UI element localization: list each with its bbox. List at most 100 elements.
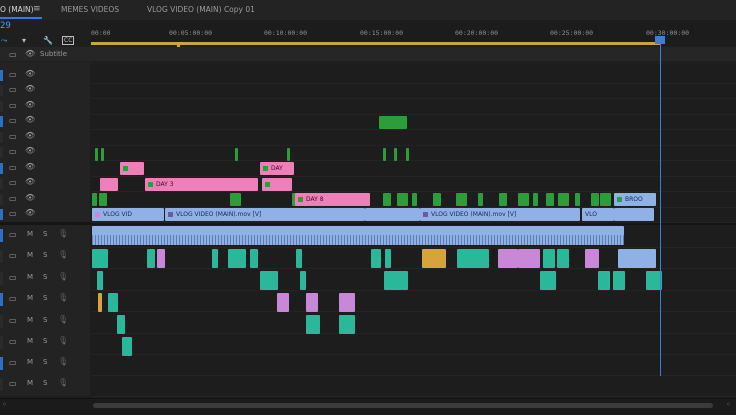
- track-target-indicator[interactable]: [0, 178, 3, 189]
- track-target-indicator[interactable]: [0, 209, 3, 220]
- track-output-icon[interactable]: ▭: [9, 163, 17, 172]
- audio-clip[interactable]: [97, 271, 103, 290]
- eye-icon[interactable]: 👁: [25, 177, 35, 186]
- video-track-lane[interactable]: [91, 130, 736, 146]
- video-clip[interactable]: [92, 193, 97, 206]
- eye-icon[interactable]: 👁: [25, 146, 35, 155]
- video-clip[interactable]: [600, 193, 611, 206]
- track-target-indicator[interactable]: [0, 132, 3, 143]
- microphone-icon[interactable]: 🎙: [58, 229, 68, 238]
- video-clip-day8[interactable]: DAY 8: [295, 193, 370, 206]
- microphone-icon[interactable]: 🎙: [58, 315, 68, 324]
- playhead-timecode[interactable]: 29: [0, 21, 11, 31]
- hamburger-menu-icon[interactable]: ≡: [33, 4, 41, 14]
- video-clip[interactable]: [230, 193, 241, 206]
- track-target-indicator[interactable]: [0, 336, 3, 349]
- eye-icon[interactable]: 👁: [25, 162, 35, 171]
- scroll-end-icon[interactable]: ◦: [726, 400, 731, 409]
- video-clip[interactable]: [287, 148, 290, 161]
- mute-button[interactable]: M: [27, 358, 33, 366]
- video-clip-vlog-main-2[interactable]: VLOG VIDEO (MAIN).mov [V]: [420, 208, 580, 221]
- track-output-icon[interactable]: ▭: [9, 230, 17, 239]
- solo-button[interactable]: S: [43, 251, 47, 259]
- video-track-lane[interactable]: [91, 68, 736, 84]
- captions-icon[interactable]: CC: [62, 36, 75, 45]
- audio-clip[interactable]: [585, 249, 599, 268]
- track-output-icon[interactable]: ▭: [9, 273, 17, 282]
- solo-button[interactable]: S: [43, 358, 47, 366]
- audio-clip[interactable]: [613, 271, 625, 290]
- track-output-icon[interactable]: ▭: [9, 316, 17, 325]
- audio-track-lane[interactable]: [91, 312, 736, 334]
- video-clip[interactable]: [365, 208, 420, 221]
- audio-track-lane[interactable]: [91, 375, 736, 397]
- video-clip[interactable]: [406, 148, 409, 161]
- track-output-icon[interactable]: ▭: [9, 101, 17, 110]
- audio-clip[interactable]: [339, 293, 355, 312]
- track-output-icon[interactable]: ▭: [9, 116, 17, 125]
- audio-clip[interactable]: [306, 315, 320, 334]
- mute-button[interactable]: M: [27, 251, 33, 259]
- video-clip[interactable]: [235, 148, 238, 161]
- tab-vlog-main[interactable]: O (MAIN): [0, 5, 34, 14]
- video-clip[interactable]: [546, 193, 554, 206]
- audio-clip[interactable]: [339, 315, 355, 334]
- audio-clip[interactable]: [250, 249, 258, 268]
- video-clip-broo[interactable]: BROO: [614, 193, 656, 206]
- track-output-icon[interactable]: ▭: [9, 358, 17, 367]
- audio-clip[interactable]: [277, 293, 289, 312]
- mute-button[interactable]: M: [27, 230, 33, 238]
- video-clip[interactable]: [499, 193, 507, 206]
- video-clip[interactable]: [518, 193, 529, 206]
- track-target-indicator[interactable]: [0, 85, 3, 96]
- solo-button[interactable]: S: [43, 316, 47, 324]
- track-output-icon[interactable]: ▭: [9, 178, 17, 187]
- eye-icon[interactable]: 👁: [25, 100, 35, 109]
- eye-icon[interactable]: 👁: [25, 193, 35, 202]
- audio-clip[interactable]: [371, 249, 381, 268]
- track-output-icon[interactable]: ▭: [9, 209, 17, 218]
- video-clip[interactable]: [478, 193, 483, 206]
- track-target-indicator[interactable]: [0, 163, 3, 174]
- audio-track-lane[interactable]: [91, 269, 736, 291]
- mute-button[interactable]: M: [27, 379, 33, 387]
- solo-button[interactable]: S: [43, 294, 47, 302]
- audio-clip[interactable]: [557, 249, 569, 268]
- eye-icon[interactable]: 👁: [25, 208, 35, 217]
- audio-clip[interactable]: [157, 249, 165, 268]
- microphone-icon[interactable]: 🎙: [58, 378, 68, 387]
- track-output-icon[interactable]: ▭: [9, 251, 17, 260]
- eye-icon[interactable]: 👁: [25, 131, 35, 140]
- video-clip[interactable]: [558, 193, 569, 206]
- video-clip-vlog-vid[interactable]: VLOG VID: [92, 208, 164, 221]
- audio-clip[interactable]: [457, 249, 489, 268]
- track-output-icon[interactable]: ▭: [9, 50, 17, 59]
- audio-clip[interactable]: [117, 315, 125, 334]
- track-target-indicator[interactable]: [0, 116, 3, 127]
- track-output-icon[interactable]: ▭: [9, 379, 17, 388]
- video-clip[interactable]: [397, 193, 408, 206]
- solo-button[interactable]: S: [43, 230, 47, 238]
- video-clip[interactable]: [575, 193, 580, 206]
- track-target-indicator[interactable]: [0, 315, 3, 328]
- microphone-icon[interactable]: 🎙: [58, 250, 68, 259]
- video-track-lane[interactable]: [91, 99, 736, 115]
- track-output-icon[interactable]: ▭: [9, 132, 17, 141]
- track-target-indicator[interactable]: [0, 194, 3, 205]
- video-clip[interactable]: [379, 116, 407, 129]
- microphone-icon[interactable]: 🎙: [58, 336, 68, 345]
- scroll-start-icon[interactable]: ◦: [2, 400, 7, 409]
- solo-button[interactable]: S: [43, 337, 47, 345]
- video-clip[interactable]: [100, 178, 118, 191]
- solo-button[interactable]: S: [43, 379, 47, 387]
- audio-clip[interactable]: [92, 249, 108, 268]
- audio-track-lane[interactable]: [91, 354, 736, 376]
- audio-clip[interactable]: [108, 293, 118, 312]
- track-output-icon[interactable]: ▭: [9, 337, 17, 346]
- mute-button[interactable]: M: [27, 273, 33, 281]
- track-target-indicator[interactable]: [0, 229, 3, 242]
- track-target-indicator[interactable]: [0, 378, 3, 391]
- playhead-line[interactable]: [660, 36, 661, 376]
- video-clip[interactable]: [614, 208, 654, 221]
- audio-clip[interactable]: [98, 293, 102, 312]
